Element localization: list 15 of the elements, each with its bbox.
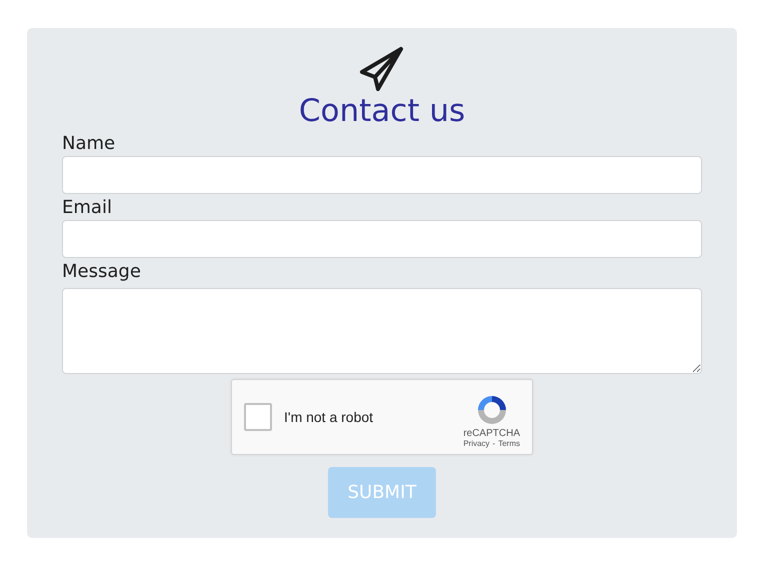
field-label: Message [62,260,142,284]
input-field[interactable] [62,156,702,194]
input-field[interactable] [62,220,702,258]
field-label: Email [62,196,113,220]
field-label: Name [62,132,116,156]
captcha-label: I'm not a robot [284,409,374,425]
captcha-checkbox[interactable] [244,403,272,431]
paper-plane-icon [359,46,405,92]
captcha-brand: reCAPTCHA [463,428,520,439]
recaptcha-logo-icon [476,394,508,426]
privacy-link[interactable]: Privacy [463,439,490,448]
form-title: Contact us [298,92,466,130]
terms-link[interactable]: Terms [498,439,520,448]
separator: - [492,439,496,448]
message-field[interactable] [62,288,702,374]
